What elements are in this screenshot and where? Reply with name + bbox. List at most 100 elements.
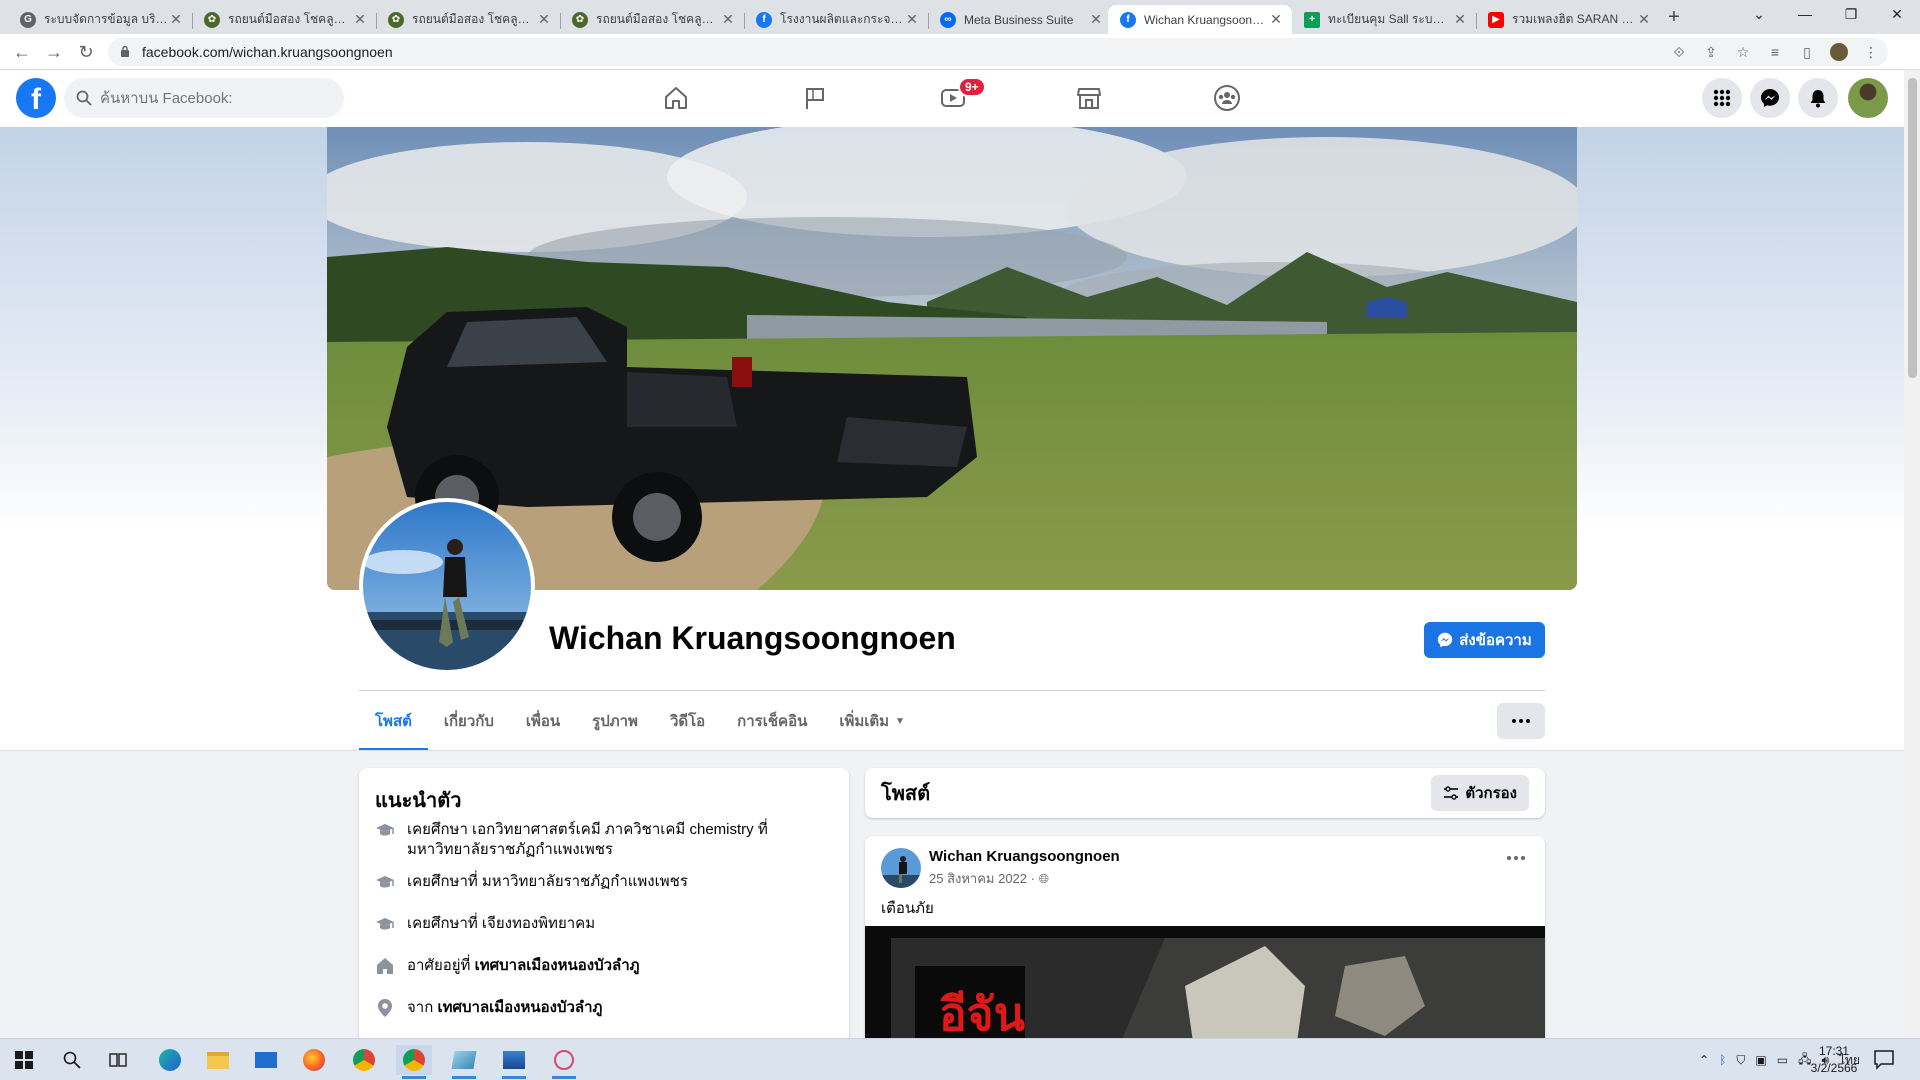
- display-icon[interactable]: ▭: [1777, 1053, 1788, 1067]
- tab-favicon: ▶: [1488, 11, 1504, 28]
- browser-tab[interactable]: ▶ รวมเพลงฮิต SARAN เพล ✕: [1476, 5, 1660, 34]
- search-icon: [76, 90, 92, 106]
- tab-about[interactable]: เกี่ยวกับ: [428, 691, 510, 751]
- cover-photo-image: [327, 127, 1577, 590]
- tab-title: Wichan Kruangsoongnoen: [1144, 12, 1268, 27]
- clock[interactable]: 17:31 3/2/2566: [1804, 1043, 1864, 1077]
- filter-button[interactable]: ตัวกรอง: [1431, 775, 1529, 811]
- task-view-icon[interactable]: [100, 1045, 136, 1075]
- tab-search-icon[interactable]: ⌄: [1736, 0, 1782, 30]
- paint-icon[interactable]: [546, 1045, 582, 1079]
- omnibox[interactable]: facebook.com/wichan.kruangsoongnoen ⟐ ⇪ …: [108, 38, 1888, 66]
- notifications-bell-icon[interactable]: [1798, 78, 1838, 118]
- close-tab-icon[interactable]: ✕: [536, 11, 552, 28]
- show-hidden-icons[interactable]: ⌃: [1699, 1053, 1709, 1067]
- account-avatar[interactable]: [1848, 78, 1888, 118]
- browser-tab[interactable]: ✿ รถยนต์มือสอง โชคลูกนโยา ✕: [192, 5, 377, 34]
- tab-more[interactable]: เพิ่มเติม ▼: [823, 691, 921, 751]
- scrollbar-thumb[interactable]: [1908, 78, 1917, 378]
- messenger-icon[interactable]: [1750, 78, 1790, 118]
- tab-friends[interactable]: เพื่อน: [510, 691, 576, 751]
- intro-item: อาศัยอยู่ที่ เทศบาลเมืองหนองบัวลำภู: [375, 956, 815, 976]
- post-date[interactable]: 25 สิงหาคม 2022 · 🌐︎: [929, 868, 1049, 889]
- menu-grid-icon[interactable]: [1702, 78, 1742, 118]
- close-tab-icon[interactable]: ✕: [720, 11, 736, 28]
- send-message-button[interactable]: ส่งข้อความ: [1424, 622, 1545, 658]
- close-tab-icon[interactable]: ✕: [1088, 11, 1104, 28]
- post-author-avatar[interactable]: [881, 848, 921, 888]
- profile-avatar-icon[interactable]: [1830, 43, 1848, 61]
- lock-icon: [121, 45, 129, 57]
- close-tab-icon[interactable]: ✕: [1636, 11, 1652, 28]
- close-tab-icon[interactable]: ✕: [168, 11, 184, 28]
- security-shield-icon[interactable]: ⛉: [1736, 1053, 1745, 1068]
- url-text: facebook.com/wichan.kruangsoongnoen: [142, 44, 393, 60]
- browser-tab[interactable]: ∞ Meta Business Suite ✕: [928, 5, 1112, 34]
- more-options-button[interactable]: [1497, 703, 1545, 739]
- post-options-button[interactable]: [1507, 856, 1525, 860]
- forward-icon[interactable]: →: [42, 40, 66, 64]
- marketplace-icon[interactable]: [1069, 78, 1109, 118]
- notification-center-icon[interactable]: [1872, 1047, 1896, 1071]
- post-author-name[interactable]: Wichan Kruangsoongnoen: [929, 848, 1120, 865]
- photos-icon[interactable]: [496, 1045, 532, 1079]
- close-tab-icon[interactable]: ✕: [1452, 11, 1468, 28]
- post-image[interactable]: อีจัน: [865, 926, 1545, 1056]
- home-icon: [377, 958, 393, 974]
- meet-now-icon[interactable]: ▣: [1755, 1053, 1766, 1067]
- close-tab-icon[interactable]: ✕: [1268, 11, 1284, 28]
- new-tab-button[interactable]: +: [1662, 6, 1686, 30]
- reading-list-icon[interactable]: ≡: [1766, 43, 1784, 61]
- search-icon[interactable]: [54, 1045, 90, 1075]
- facebook-logo[interactable]: f: [16, 78, 56, 118]
- chrome-menu-icon[interactable]: ⋮: [1862, 43, 1880, 61]
- tab-favicon: ✿: [388, 11, 404, 28]
- browser-tab[interactable]: f โรงงานผลิตและกระจายรถ ✕: [744, 5, 929, 34]
- groups-icon[interactable]: [1207, 78, 1247, 118]
- tab-videos[interactable]: วิดีโอ: [654, 691, 721, 751]
- intro-text: อาศัยอยู่ที่ เทศบาลเมืองหนองบัวลำภู: [407, 957, 640, 974]
- browser-tab-active[interactable]: f Wichan Kruangsoongnoen ✕: [1108, 5, 1292, 34]
- mail-icon[interactable]: [248, 1045, 284, 1075]
- chrome-icon[interactable]: [346, 1045, 382, 1075]
- restore-icon[interactable]: ❐: [1828, 0, 1874, 30]
- search-input[interactable]: [100, 78, 330, 118]
- profile-picture[interactable]: [359, 498, 535, 674]
- home-icon[interactable]: [656, 78, 696, 118]
- tab-favicon: G: [20, 11, 36, 28]
- intro-link[interactable]: เทศบาลเมืองหนองบัวลำภู: [475, 957, 640, 974]
- close-tab-icon[interactable]: ✕: [904, 11, 920, 28]
- close-tab-icon[interactable]: ✕: [352, 11, 368, 28]
- browser-tab[interactable]: G ระบบจัดการข้อมูล บริษัท ไ ✕: [8, 5, 193, 34]
- tab-favicon: ∞: [940, 11, 956, 28]
- address-bar: ← → ↻ facebook.com/wichan.kruangsoongnoe…: [0, 34, 1920, 70]
- close-window-icon[interactable]: ✕: [1874, 0, 1920, 30]
- firefox-icon[interactable]: [296, 1045, 332, 1075]
- back-icon[interactable]: ←: [10, 40, 34, 64]
- bluetooth-icon[interactable]: ᛒ: [1719, 1053, 1726, 1067]
- location-pin-icon: [378, 999, 392, 1017]
- reload-icon[interactable]: ↻: [74, 40, 98, 64]
- tab-posts[interactable]: โพสต์: [359, 691, 428, 751]
- app-icon[interactable]: [446, 1045, 482, 1079]
- side-panel-icon[interactable]: ▯: [1798, 43, 1816, 61]
- pages-flag-icon[interactable]: [795, 78, 835, 118]
- browser-tab[interactable]: + ทะเบียนคุม Sall ระบบออนไ ✕: [1292, 5, 1477, 34]
- file-explorer-icon[interactable]: [200, 1045, 236, 1075]
- edge-browser-icon[interactable]: [152, 1045, 188, 1075]
- translate-icon[interactable]: ⟐: [1670, 43, 1688, 61]
- share-icon[interactable]: ⇪: [1702, 43, 1720, 61]
- facebook-search[interactable]: [64, 78, 344, 118]
- cover-photo[interactable]: [327, 127, 1577, 590]
- browser-tab[interactable]: ✿ รถยนต์มือสอง โชคลูกนโยา ✕: [376, 5, 561, 34]
- browser-tab[interactable]: ✿ รถยนต์มือสอง โชคลูกนโยา ✕: [560, 5, 745, 34]
- intro-link[interactable]: เทศบาลเมืองหนองบัวลำภู: [437, 999, 602, 1016]
- vertical-scrollbar[interactable]: [1904, 70, 1920, 1038]
- tab-checkins[interactable]: การเช็คอิน: [721, 691, 823, 751]
- bookmark-star-icon[interactable]: ☆: [1734, 43, 1752, 61]
- tab-photos[interactable]: รูปภาพ: [576, 691, 654, 751]
- minimize-icon[interactable]: —: [1782, 0, 1828, 30]
- windows-start-icon[interactable]: [6, 1045, 42, 1075]
- tab-title: Meta Business Suite: [964, 12, 1074, 27]
- chrome-profile-icon[interactable]: [396, 1045, 432, 1079]
